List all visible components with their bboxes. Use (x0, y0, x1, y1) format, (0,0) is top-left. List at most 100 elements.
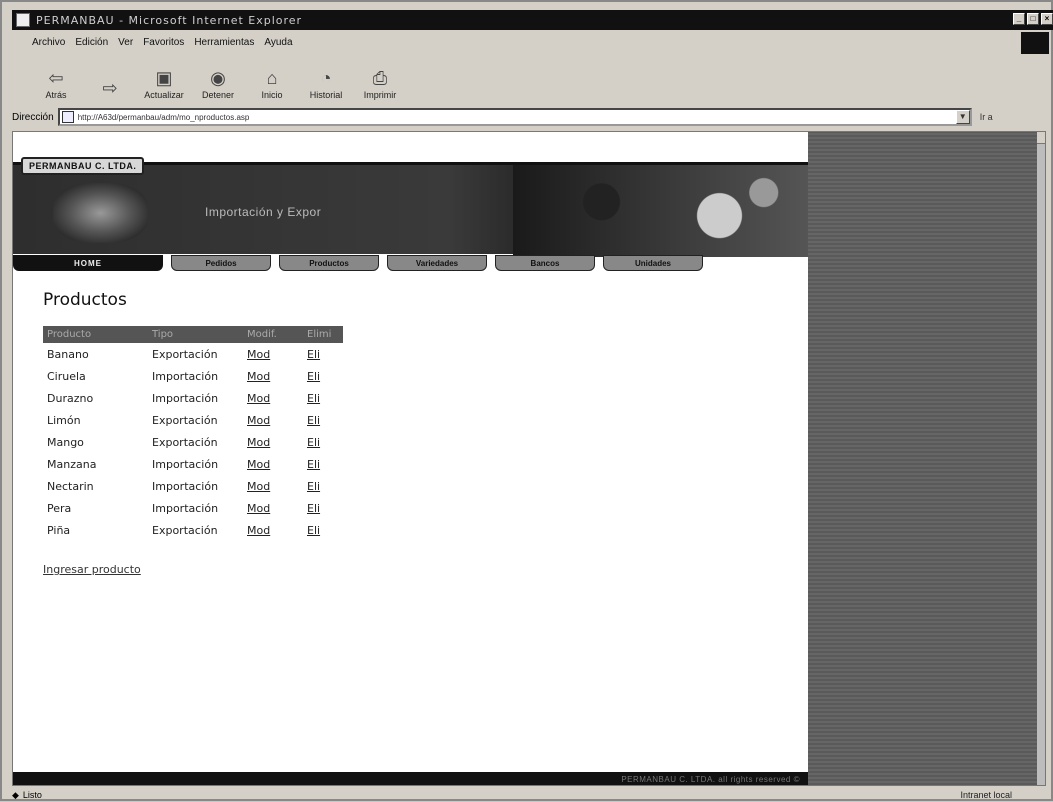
cell-producto: Pera (47, 501, 72, 515)
fruit-logo-image (53, 183, 148, 243)
nav-pedidos[interactable]: Pedidos (171, 255, 271, 271)
main-content: Productos Producto Tipo Modif. Elimi Ban… (43, 290, 343, 576)
back-label: Atrás (45, 90, 67, 100)
modify-link[interactable]: Mod (247, 392, 270, 405)
cell-producto: Nectarin (47, 479, 94, 493)
scroll-up-icon[interactable] (1037, 132, 1045, 144)
delete-link[interactable]: Eli (307, 392, 320, 405)
modify-link[interactable]: Mod (247, 348, 270, 361)
table-header: Producto Tipo Modif. Elimi (43, 326, 343, 343)
security-zone: Intranet local (960, 790, 1012, 800)
add-product-link[interactable]: Ingresar producto (43, 563, 343, 576)
flowers-banner-image (513, 165, 808, 257)
stop-button[interactable]: ◉ Detener (196, 68, 240, 100)
menu-archivo[interactable]: Archivo (32, 37, 65, 48)
cell-tipo: Exportación (152, 523, 218, 537)
home-button[interactable]: ⌂ Inicio (250, 68, 294, 100)
cell-producto: Ciruela (47, 369, 86, 383)
title-bar: PERMANBAU - Microsoft Internet Explorer … (12, 10, 1053, 30)
delete-link[interactable]: Eli (307, 502, 320, 515)
cell-tipo: Exportación (152, 347, 218, 361)
site-tagline: Importación y Expor (205, 205, 322, 219)
delete-link[interactable]: Eli (307, 458, 320, 471)
delete-link[interactable]: Eli (307, 348, 320, 361)
table-row: Nectarin Importación Mod Eli (43, 475, 343, 497)
cell-tipo: Importación (152, 391, 219, 405)
delete-link[interactable]: Eli (307, 436, 320, 449)
table-row: Piña Exportación Mod Eli (43, 519, 343, 541)
home-icon: ⌂ (266, 68, 278, 88)
modify-link[interactable]: Mod (247, 370, 270, 383)
menu-bar: Archivo Edición Ver Favoritos Herramient… (12, 33, 293, 51)
page-viewport: PERMANBAU C. LTDA. Importación y Expor H… (12, 131, 1046, 786)
modify-link[interactable]: Mod (247, 502, 270, 515)
history-button[interactable]: ◔ Historial (304, 68, 348, 100)
table-row: Manzana Importación Mod Eli (43, 453, 343, 475)
cell-tipo: Importación (152, 479, 219, 493)
background-panel (808, 132, 1045, 785)
address-input[interactable]: http://A63d/permanbau/adm/mo_nproductos.… (57, 108, 972, 126)
refresh-label: Actualizar (144, 90, 184, 100)
delete-link[interactable]: Eli (307, 480, 320, 493)
cell-tipo: Importación (152, 501, 219, 515)
minimize-button[interactable]: _ (1013, 13, 1025, 25)
browser-window: PERMANBAU - Microsoft Internet Explorer … (0, 0, 1053, 801)
back-button[interactable]: ⇦ Atrás (34, 68, 78, 100)
modify-link[interactable]: Mod (247, 524, 270, 537)
modify-link[interactable]: Mod (247, 458, 270, 471)
dropdown-arrow-icon[interactable]: ▼ (955, 110, 970, 124)
table-row: Limón Exportación Mod Eli (43, 409, 343, 431)
nav-variedades[interactable]: Variedades (387, 255, 487, 271)
nav-home[interactable]: HOME (13, 255, 163, 271)
modify-link[interactable]: Mod (247, 436, 270, 449)
refresh-button[interactable]: ▣ Actualizar (142, 68, 186, 100)
table-row: Durazno Importación Mod Eli (43, 387, 343, 409)
site-nav: HOME Pedidos Productos Variedades Bancos… (13, 254, 808, 272)
menu-edicion[interactable]: Edición (75, 37, 108, 48)
print-label: Imprimir (363, 90, 397, 100)
cell-producto: Piña (47, 523, 71, 537)
address-bar: Dirección http://A63d/permanbau/adm/mo_n… (12, 106, 1052, 128)
menu-herramientas[interactable]: Herramientas (194, 37, 254, 48)
forward-button[interactable]: ⇨ (88, 78, 132, 100)
modify-link[interactable]: Mod (247, 414, 270, 427)
modify-link[interactable]: Mod (247, 480, 270, 493)
print-button[interactable]: ⎙ Imprimir (358, 68, 402, 100)
close-button[interactable]: × (1041, 13, 1053, 25)
go-button[interactable]: Ir a (980, 112, 993, 122)
products-table: Producto Tipo Modif. Elimi Banano Export… (43, 326, 343, 541)
status-text: Listo (22, 790, 42, 800)
site-footer: PERMANBAU C. LTDA. all rights reserved © (13, 772, 808, 785)
print-icon: ⎙ (372, 68, 388, 88)
page-icon (61, 111, 74, 123)
table-row: Mango Exportación Mod Eli (43, 431, 343, 453)
nav-productos[interactable]: Productos (279, 255, 379, 271)
windows-logo-icon (1021, 32, 1049, 54)
menu-ver[interactable]: Ver (118, 37, 133, 48)
home-label: Inicio (261, 90, 283, 100)
status-bar: ◆ Listo Intranet local (12, 788, 1052, 802)
cell-tipo: Exportación (152, 413, 218, 427)
page-done-icon: ◆ (12, 789, 19, 800)
stop-label: Detener (201, 90, 235, 100)
address-url: http://A63d/permanbau/adm/mo_nproductos.… (77, 112, 250, 122)
window-title: PERMANBAU - Microsoft Internet Explorer (36, 13, 303, 27)
nav-bancos[interactable]: Bancos (495, 255, 595, 271)
menu-ayuda[interactable]: Ayuda (264, 37, 292, 48)
history-label: Historial (309, 90, 343, 100)
vertical-scrollbar[interactable] (1037, 132, 1045, 785)
maximize-button[interactable]: □ (1027, 13, 1039, 25)
cell-tipo: Importación (152, 457, 219, 471)
brand-logo: PERMANBAU C. LTDA. (21, 157, 145, 175)
nav-unidades[interactable]: Unidades (603, 255, 703, 271)
delete-link[interactable]: Eli (307, 414, 320, 427)
delete-link[interactable]: Eli (307, 370, 320, 383)
menu-favoritos[interactable]: Favoritos (143, 37, 184, 48)
table-row: Pera Importación Mod Eli (43, 497, 343, 519)
delete-link[interactable]: Eli (307, 524, 320, 537)
stop-icon: ◉ (210, 68, 226, 88)
history-icon: ◔ (320, 68, 332, 88)
cell-producto: Limón (47, 413, 81, 427)
site-banner: PERMANBAU C. LTDA. Importación y Expor (13, 157, 808, 257)
cell-producto: Durazno (47, 391, 94, 405)
